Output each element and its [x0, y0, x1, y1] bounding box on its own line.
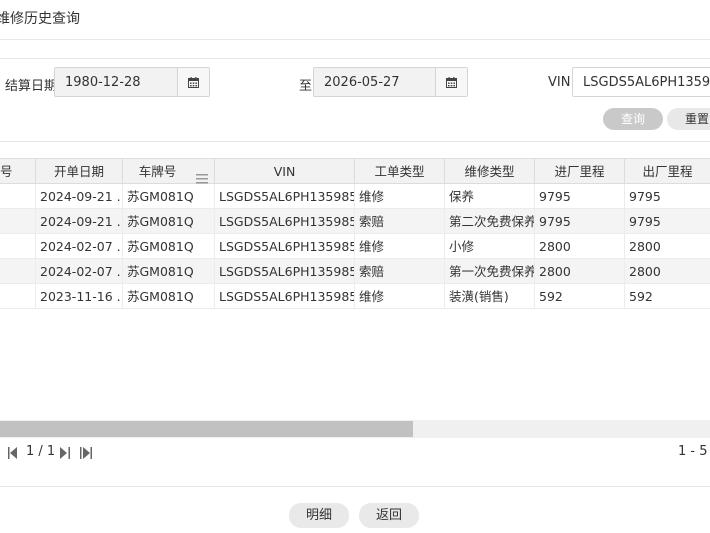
- cell-vin: LSGDS5AL6PH135985: [215, 259, 355, 284]
- record-range: 1 - 5 /: [678, 444, 710, 459]
- cell-plate: 苏GM081Q: [123, 234, 215, 259]
- cell-repair-type: 装潢(销售): [445, 284, 535, 309]
- cell-plate: 苏GM081Q: [123, 284, 215, 309]
- title-bar: 维修历史查询: [0, 0, 710, 40]
- cell-seq: [0, 209, 36, 234]
- cell-out-mileage: 9795: [629, 189, 661, 204]
- cell-plate: 苏GM081Q: [123, 259, 215, 284]
- query-button[interactable]: 查询: [603, 108, 663, 130]
- to-label: 至: [299, 79, 313, 94]
- cell-order-date: 2024-02-07 ...: [36, 259, 123, 284]
- cell-in-mileage: 2800: [535, 259, 625, 284]
- cell-repair-type: 第一次免费保养: [445, 259, 535, 284]
- date-from-calendar-button[interactable]: [177, 68, 209, 96]
- table-row[interactable]: 2023-11-16 ... 苏GM081Q LSGDS5AL6PH135985 维修…: [0, 284, 710, 309]
- vin-input[interactable]: [573, 68, 710, 96]
- cell-vin: LSGDS5AL6PH135985: [215, 209, 355, 234]
- cell-order-date: 2024-09-21 ...: [36, 184, 123, 209]
- cell-order-date: 2023-11-16 ...: [36, 284, 123, 309]
- footer-divider: [0, 486, 710, 487]
- page-info: 1 / 1: [26, 444, 56, 459]
- date-from-input[interactable]: [55, 68, 177, 96]
- cell-seq: [0, 284, 36, 309]
- column-header-seq[interactable]: 号: [0, 159, 36, 184]
- date-to-field: [313, 67, 468, 97]
- vin-field: [572, 67, 710, 97]
- calendar-icon: [188, 76, 199, 88]
- cell-seq: [0, 259, 36, 284]
- cell-in-mileage: 2800: [535, 234, 625, 259]
- cell-order-type: 维修: [355, 234, 445, 259]
- column-header-repair-type[interactable]: 维修类型: [445, 159, 535, 184]
- column-header-out-mileage[interactable]: 出厂里程: [625, 159, 710, 184]
- history-grid: 号 开单日期 车牌号 VIN 工单类型 维修类型 进厂里程 出厂里程 2024-…: [0, 158, 710, 438]
- date-to-calendar-button[interactable]: [435, 68, 467, 96]
- next-page-icon[interactable]: [60, 447, 70, 463]
- cell-seq: [0, 234, 36, 259]
- cell-order-type: 索赔: [355, 209, 445, 234]
- date-from-field: [54, 67, 210, 97]
- cell-plate: 苏GM081Q: [123, 209, 215, 234]
- cell-out-mileage: 592: [629, 289, 653, 304]
- cell-order-date: 2024-09-21 ...: [36, 209, 123, 234]
- column-header-vin[interactable]: VIN: [215, 159, 355, 184]
- column-header-in-mileage[interactable]: 进厂里程: [535, 159, 625, 184]
- last-page-icon[interactable]: [80, 447, 92, 463]
- column-header-order-type[interactable]: 工单类型: [355, 159, 445, 184]
- cell-out-mileage: 2800: [629, 239, 661, 254]
- cell-repair-type: 小修: [445, 234, 535, 259]
- prev-page-icon[interactable]: [8, 447, 18, 463]
- cell-vin: LSGDS5AL6PH135985: [215, 184, 355, 209]
- column-header-plate-label: 车牌号: [138, 164, 177, 179]
- settle-date-label: 结算日期: [5, 79, 58, 94]
- detail-button[interactable]: 明细: [289, 503, 349, 528]
- cell-order-date: 2024-02-07 ...: [36, 234, 123, 259]
- pager: 1 / 1 1 - 5 /: [0, 441, 710, 465]
- cell-vin: LSGDS5AL6PH135985: [215, 234, 355, 259]
- table-row[interactable]: 2024-02-07 ... 苏GM081Q LSGDS5AL6PH135985 维修…: [0, 234, 710, 259]
- cell-vin: LSGDS5AL6PH135985: [215, 284, 355, 309]
- cell-order-type: 维修: [355, 284, 445, 309]
- repair-history-dialog: 维修历史查询 结算日期 至 VIN 查询 重置 号 开单日期 车牌号: [0, 0, 710, 533]
- cell-repair-type: 第二次免费保养: [445, 209, 535, 234]
- table-row[interactable]: 2024-09-21 ... 苏GM081Q LSGDS5AL6PH135985 维修…: [0, 184, 710, 209]
- cell-out-mileage: 9795: [629, 214, 661, 229]
- cell-order-type: 索赔: [355, 259, 445, 284]
- reset-button[interactable]: 重置: [667, 108, 710, 130]
- cell-seq: [0, 184, 36, 209]
- menu-icon[interactable]: [196, 167, 208, 184]
- cell-order-type: 维修: [355, 184, 445, 209]
- table-row[interactable]: 2024-02-07 ... 苏GM081Q LSGDS5AL6PH135985 索赔…: [0, 259, 710, 284]
- scrollbar-thumb[interactable]: [0, 421, 413, 437]
- back-button[interactable]: 返回: [359, 503, 419, 528]
- vin-label: VIN: [548, 75, 571, 90]
- window-title: 维修历史查询: [0, 11, 80, 27]
- date-to-input[interactable]: [314, 68, 435, 96]
- cell-out-mileage: 2800: [629, 264, 661, 279]
- horizontal-scrollbar[interactable]: [0, 420, 710, 438]
- column-header-order-date[interactable]: 开单日期: [36, 159, 123, 184]
- table-row[interactable]: 2024-09-21 ... 苏GM081Q LSGDS5AL6PH135985 索赔…: [0, 209, 710, 234]
- calendar-icon: [446, 76, 457, 88]
- cell-in-mileage: 592: [535, 284, 625, 309]
- cell-plate: 苏GM081Q: [123, 184, 215, 209]
- cell-in-mileage: 9795: [535, 209, 625, 234]
- cell-in-mileage: 9795: [535, 184, 625, 209]
- cell-repair-type: 保养: [445, 184, 535, 209]
- column-header-plate[interactable]: 车牌号: [123, 159, 215, 184]
- grid-header: 号 开单日期 车牌号 VIN 工单类型 维修类型 进厂里程 出厂里程: [0, 159, 710, 184]
